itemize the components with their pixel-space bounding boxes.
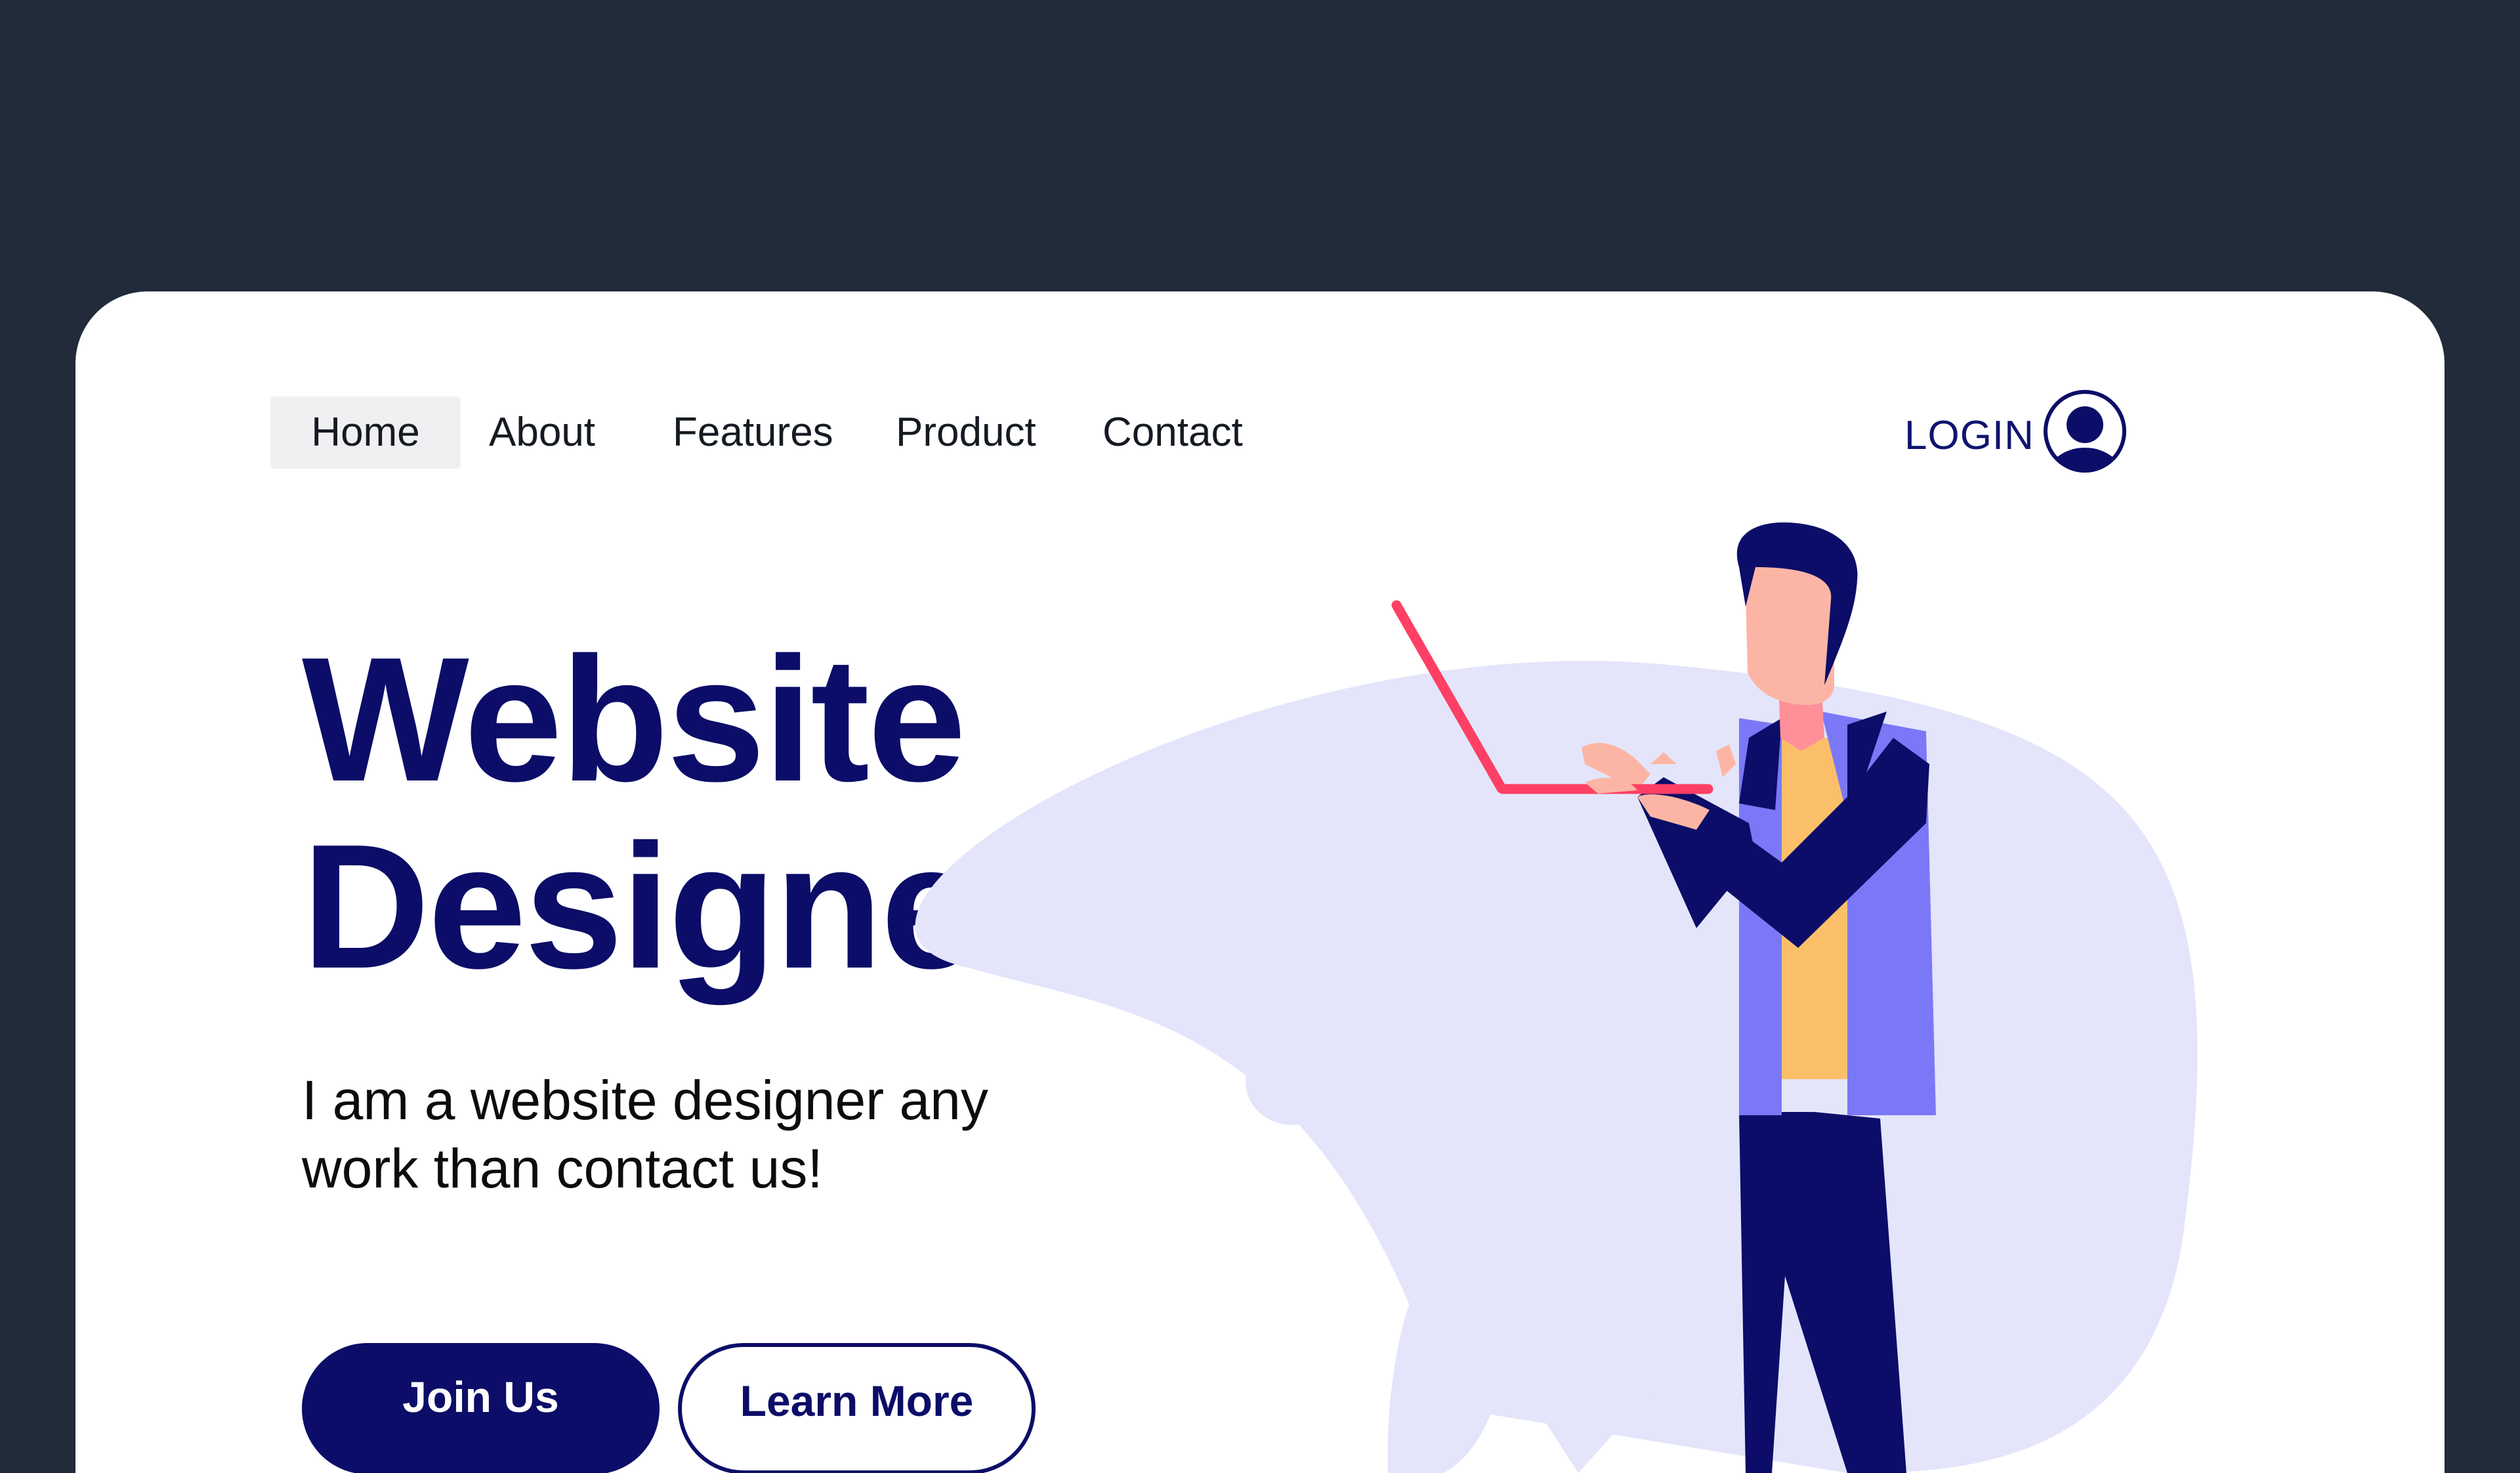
background-blob-small <box>1246 1040 1340 1125</box>
landing-card: Home About Features Product Contact LOGI… <box>75 291 2445 1473</box>
designer-illustration <box>915 522 2198 1473</box>
